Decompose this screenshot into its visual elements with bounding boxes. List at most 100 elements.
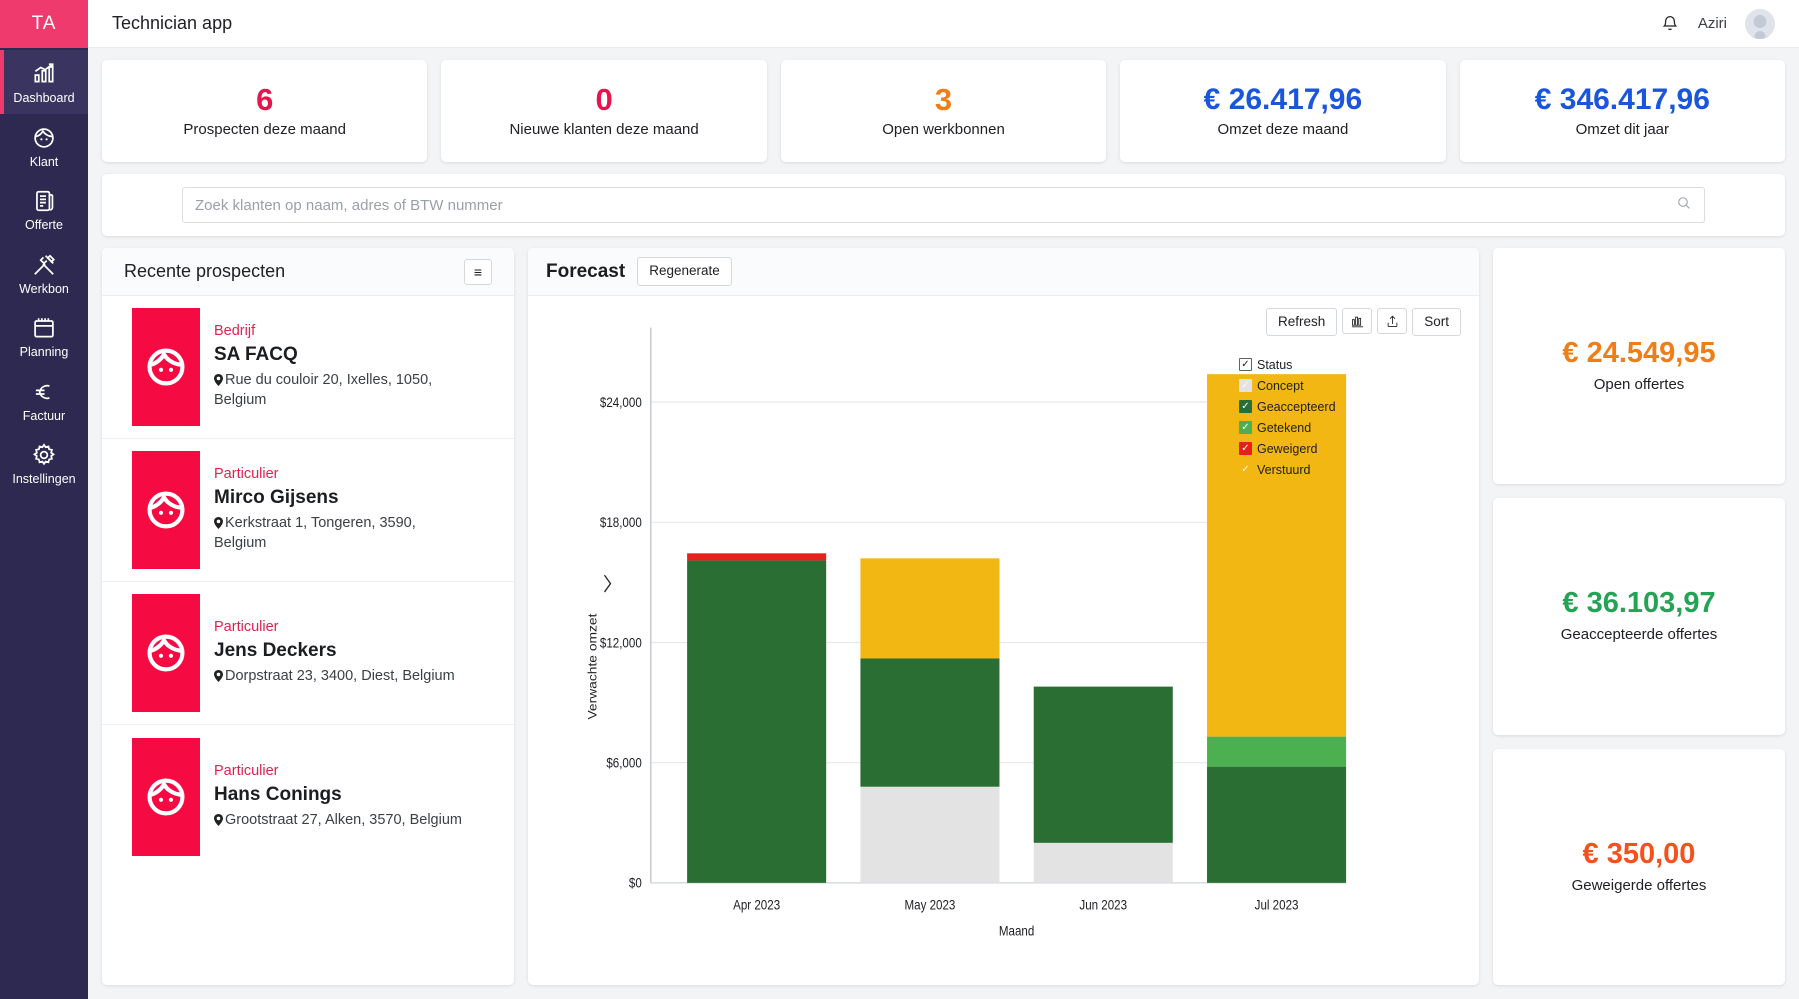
svg-text:May 2023: May 2023 (905, 896, 956, 912)
prospect-type: Bedrijf (214, 323, 469, 339)
legend-item-getekend[interactable]: ✓ Getekend (1239, 417, 1359, 438)
prospect-name: Jens Deckers (214, 640, 455, 662)
sidebar-item-werkbon[interactable]: Werkbon (0, 241, 88, 305)
legend-label: Status (1257, 358, 1292, 372)
sidebar-item-label: Instellingen (12, 473, 75, 486)
sidebar-item-factuur[interactable]: Factuur (0, 368, 88, 432)
chart-toolbar: Refresh Sort (1266, 308, 1461, 336)
prospect-type: Particulier (214, 466, 469, 482)
prospects-panel-title: Recente prospecten (124, 261, 285, 282)
kpi-label: Open offertes (1594, 376, 1685, 393)
list-item[interactable]: Bedrijf SA FACQ Rue du couloir 20, Ixell… (102, 296, 514, 439)
prospect-type: Particulier (214, 763, 462, 779)
legend-item-geaccepteerd[interactable]: ✓ Geaccepteerd (1239, 396, 1359, 417)
search-box[interactable] (182, 187, 1705, 223)
checkbox-icon[interactable]: ✓ (1239, 421, 1252, 434)
svg-text:$6,000: $6,000 (606, 754, 641, 770)
stat-card-nieuwe-klanten: 0 Nieuwe klanten deze maand (441, 60, 766, 162)
user-name: Aziri (1698, 15, 1727, 32)
search-icon[interactable] (1676, 195, 1692, 216)
svg-text:Jul 2023: Jul 2023 (1255, 896, 1299, 912)
list-item[interactable]: Particulier Jens Deckers Dorpstraat 23, … (102, 582, 514, 725)
plot-area: $0 $6,000 $12,000 $18,000 $24,000 (540, 306, 1467, 979)
kpi-value: € 36.103,97 (1562, 589, 1715, 618)
chart-ylabel: Verwachte omzet (586, 613, 600, 719)
calendar-icon (31, 315, 57, 341)
person-face-icon (132, 594, 200, 712)
sort-button[interactable]: Sort (1412, 308, 1461, 336)
prospect-name: Mirco Gijsens (214, 487, 469, 509)
checkbox-icon[interactable]: ✓ (1239, 463, 1252, 476)
checkbox-icon[interactable]: ✓ (1239, 379, 1252, 392)
search-input[interactable] (195, 197, 1676, 214)
svg-text:$24,000: $24,000 (600, 394, 642, 410)
chart-legend: ✓ Status ✓ Concept ✓ Geaccepteerd (1239, 354, 1359, 480)
sidebar-item-label: Factuur (23, 410, 65, 423)
person-face-icon (132, 451, 200, 569)
svg-text:$18,000: $18,000 (600, 514, 642, 530)
legend-label: Verstuurd (1257, 463, 1311, 477)
gear-icon (31, 442, 57, 468)
location-pin-icon (214, 373, 223, 385)
stat-card-open-werkbonnen: 3 Open werkbonnen (781, 60, 1106, 162)
sidebar-item-planning[interactable]: Planning (0, 304, 88, 368)
chart-bar-arrow-icon (31, 61, 57, 87)
stat-value: 6 (256, 84, 273, 115)
stat-card-omzet-jaar: € 346.417,96 Omzet dit jaar (1460, 60, 1785, 162)
list-item-body: Particulier Hans Conings Grootstraat 27,… (200, 763, 462, 831)
regenerate-button[interactable]: Regenerate (637, 257, 732, 285)
prospects-panel-header: Recente prospecten ≡ (102, 248, 514, 296)
checkbox-icon[interactable]: ✓ (1239, 400, 1252, 413)
sidebar-item-offerte[interactable]: Offerte (0, 177, 88, 241)
prospect-name: SA FACQ (214, 344, 469, 366)
checkbox-icon[interactable]: ✓ (1239, 358, 1252, 371)
stat-value: 3 (935, 84, 952, 115)
prospect-address-row: Rue du couloir 20, Ixelles, 1050, Belgiu… (214, 371, 469, 410)
list-item[interactable]: Particulier Mirco Gijsens Kerkstraat 1, … (102, 439, 514, 582)
chart-x-tick-labels: Apr 2023 May 2023 Jun 2023 Jul 2023 (733, 896, 1298, 912)
location-pin-icon (214, 516, 223, 528)
location-pin-icon (214, 669, 223, 681)
legend-label: Geaccepteerd (1257, 400, 1336, 414)
sidebar-item-instellingen[interactable]: Instellingen (0, 431, 88, 495)
legend-item-status[interactable]: ✓ Status (1239, 354, 1359, 375)
forecast-panel-header: Forecast Regenerate (528, 248, 1479, 296)
bar-chart-icon[interactable] (1342, 308, 1372, 334)
legend-item-geweigerd[interactable]: ✓ Geweigerd (1239, 438, 1359, 459)
topbar-right: Aziri (1660, 9, 1775, 39)
notification-bell-icon[interactable] (1660, 14, 1680, 34)
prospect-type: Particulier (214, 619, 455, 635)
forecast-panel: Forecast Regenerate Refresh So (528, 248, 1479, 985)
legend-item-concept[interactable]: ✓ Concept (1239, 375, 1359, 396)
stat-label: Omzet deze maand (1217, 121, 1348, 138)
checkbox-icon[interactable]: ✓ (1239, 442, 1252, 455)
export-upload-icon[interactable] (1377, 308, 1407, 334)
refresh-button[interactable]: Refresh (1266, 308, 1337, 336)
kpi-label: Geaccepteerde offertes (1561, 626, 1718, 643)
stat-value: € 26.417,96 (1204, 85, 1362, 115)
list-item-body: Bedrijf SA FACQ Rue du couloir 20, Ixell… (200, 323, 469, 410)
prospect-address-row: Grootstraat 27, Alken, 3570, Belgium (214, 811, 462, 831)
brand-logo[interactable]: TA (0, 0, 88, 48)
avatar[interactable] (1745, 9, 1775, 39)
page-title: Technician app (112, 13, 232, 34)
prospect-address: Dorpstraat 23, 3400, Diest, Belgium (225, 668, 455, 684)
kpi-card-geweigerde-offertes: € 350,00 Geweigerde offertes (1493, 749, 1785, 985)
prospect-name: Hans Conings (214, 784, 462, 806)
content: 6 Prospecten deze maand 0 Nieuwe klanten… (88, 48, 1799, 999)
person-face-icon (31, 125, 57, 151)
legend-label: Concept (1257, 379, 1304, 393)
prospect-address: Grootstraat 27, Alken, 3570, Belgium (225, 812, 462, 828)
sidebar-item-dashboard[interactable]: Dashboard (0, 50, 88, 114)
person-face-icon (132, 308, 200, 426)
sidebar: TA Dashboard Klant Offerte (0, 0, 88, 999)
sidebar-nav: Dashboard Klant Offerte Werkbon (0, 48, 88, 495)
document-scroll-icon (31, 188, 57, 214)
legend-item-verstuurd[interactable]: ✓ Verstuurd (1239, 459, 1359, 480)
stat-label: Prospecten deze maand (183, 121, 346, 138)
sidebar-item-label: Werkbon (19, 283, 69, 296)
person-face-icon (132, 738, 200, 856)
hamburger-menu-icon[interactable]: ≡ (464, 259, 492, 285)
sidebar-item-klant[interactable]: Klant (0, 114, 88, 178)
list-item[interactable]: Particulier Hans Conings Grootstraat 27,… (102, 725, 514, 868)
